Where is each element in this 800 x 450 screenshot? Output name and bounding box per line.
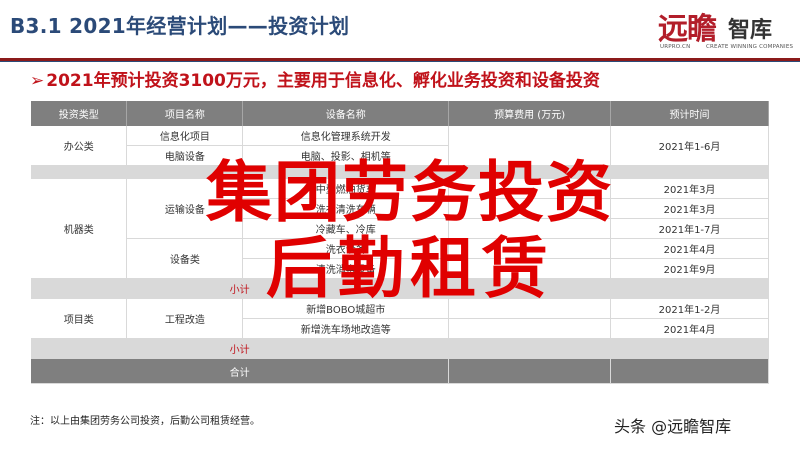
subtotal-label: 小计 [31,338,450,359]
total-time [610,358,769,384]
logo-main-text: 远瞻 [658,12,717,47]
source-watermark: 头条 @远瞻智库 [614,417,732,436]
time-cell: 2021年4月 [610,318,769,339]
type-cell: 办公类 [31,126,128,166]
arrow-bullet-icon: ➢ [30,71,45,91]
footnote: 注：以上由集团劳务公司投资，后勤公司租赁经营。 [30,416,260,427]
device-cell: 信息化管理系统开发 [242,126,450,146]
logo-url-text: URPRO.CN [660,44,691,50]
time-cell: 2021年4月 [610,238,769,259]
subtotal-time [610,278,769,299]
slide-header: B3.1 2021年经营计划——投资计划 远瞻 智库 URPRO.CN CREA… [0,0,800,58]
total-label: 合计 [31,358,450,384]
type-cell: 机器类 [31,178,128,279]
slide-subtitle: ➢ 2021年预计投资3100万元，主要用于信息化、孵化业务投资和设备投资 [30,66,600,91]
brand-logo: 远瞻 智库 URPRO.CN CREATE WINNING COMPANIES [658,4,794,54]
header-divider-thin [0,61,800,62]
overlay-line-2: 后勤租赁 [266,230,554,307]
device-cell: 新增洗车场地改造等 [242,318,450,339]
time-cell: 2021年9月 [610,258,769,279]
header-cell: 设备名称 [242,101,450,126]
logo-sub-text: 智库 [728,18,773,43]
time-cell: 2021年1-7月 [610,218,769,239]
logo-tagline: CREATE WINNING COMPANIES [706,44,794,50]
header-cell: 预算费用 (万元) [448,101,612,126]
budget-cell [448,318,612,339]
time-cell: 2021年3月 [610,178,769,199]
table-row: 办公类 信息化项目 信息化管理系统开发 2021年1-6月 [31,126,769,166]
time-cell: 2021年3月 [610,198,769,219]
subtotal-time [610,338,769,359]
type-cell: 项目类 [31,298,128,339]
total-row: 合计 [31,358,769,384]
subtotal-budget [448,338,612,359]
slide-title: B3.1 2021年经营计划——投资计划 [10,14,350,38]
time-cell: 2021年1-2月 [610,298,769,319]
project-cell: 信息化项目 [126,126,244,146]
overlay-line-1: 集团劳务投资 [206,154,614,231]
subtotal-row: 小计 [31,338,769,359]
table-header-row: 投资类型 项目名称 设备名称 预算费用 (万元) 预计时间 [31,101,769,126]
header-cell: 投资类型 [31,101,128,126]
header-cell: 预计时间 [610,101,769,126]
subtitle-text: 2021年预计投资3100万元，主要用于信息化、孵化业务投资和设备投资 [46,71,600,91]
total-budget [448,358,612,384]
overlay-stamp-text: 集团劳务投资 后勤租赁 [190,155,630,307]
time-cell: 2021年1-6月 [610,126,769,166]
header-cell: 项目名称 [126,101,244,126]
